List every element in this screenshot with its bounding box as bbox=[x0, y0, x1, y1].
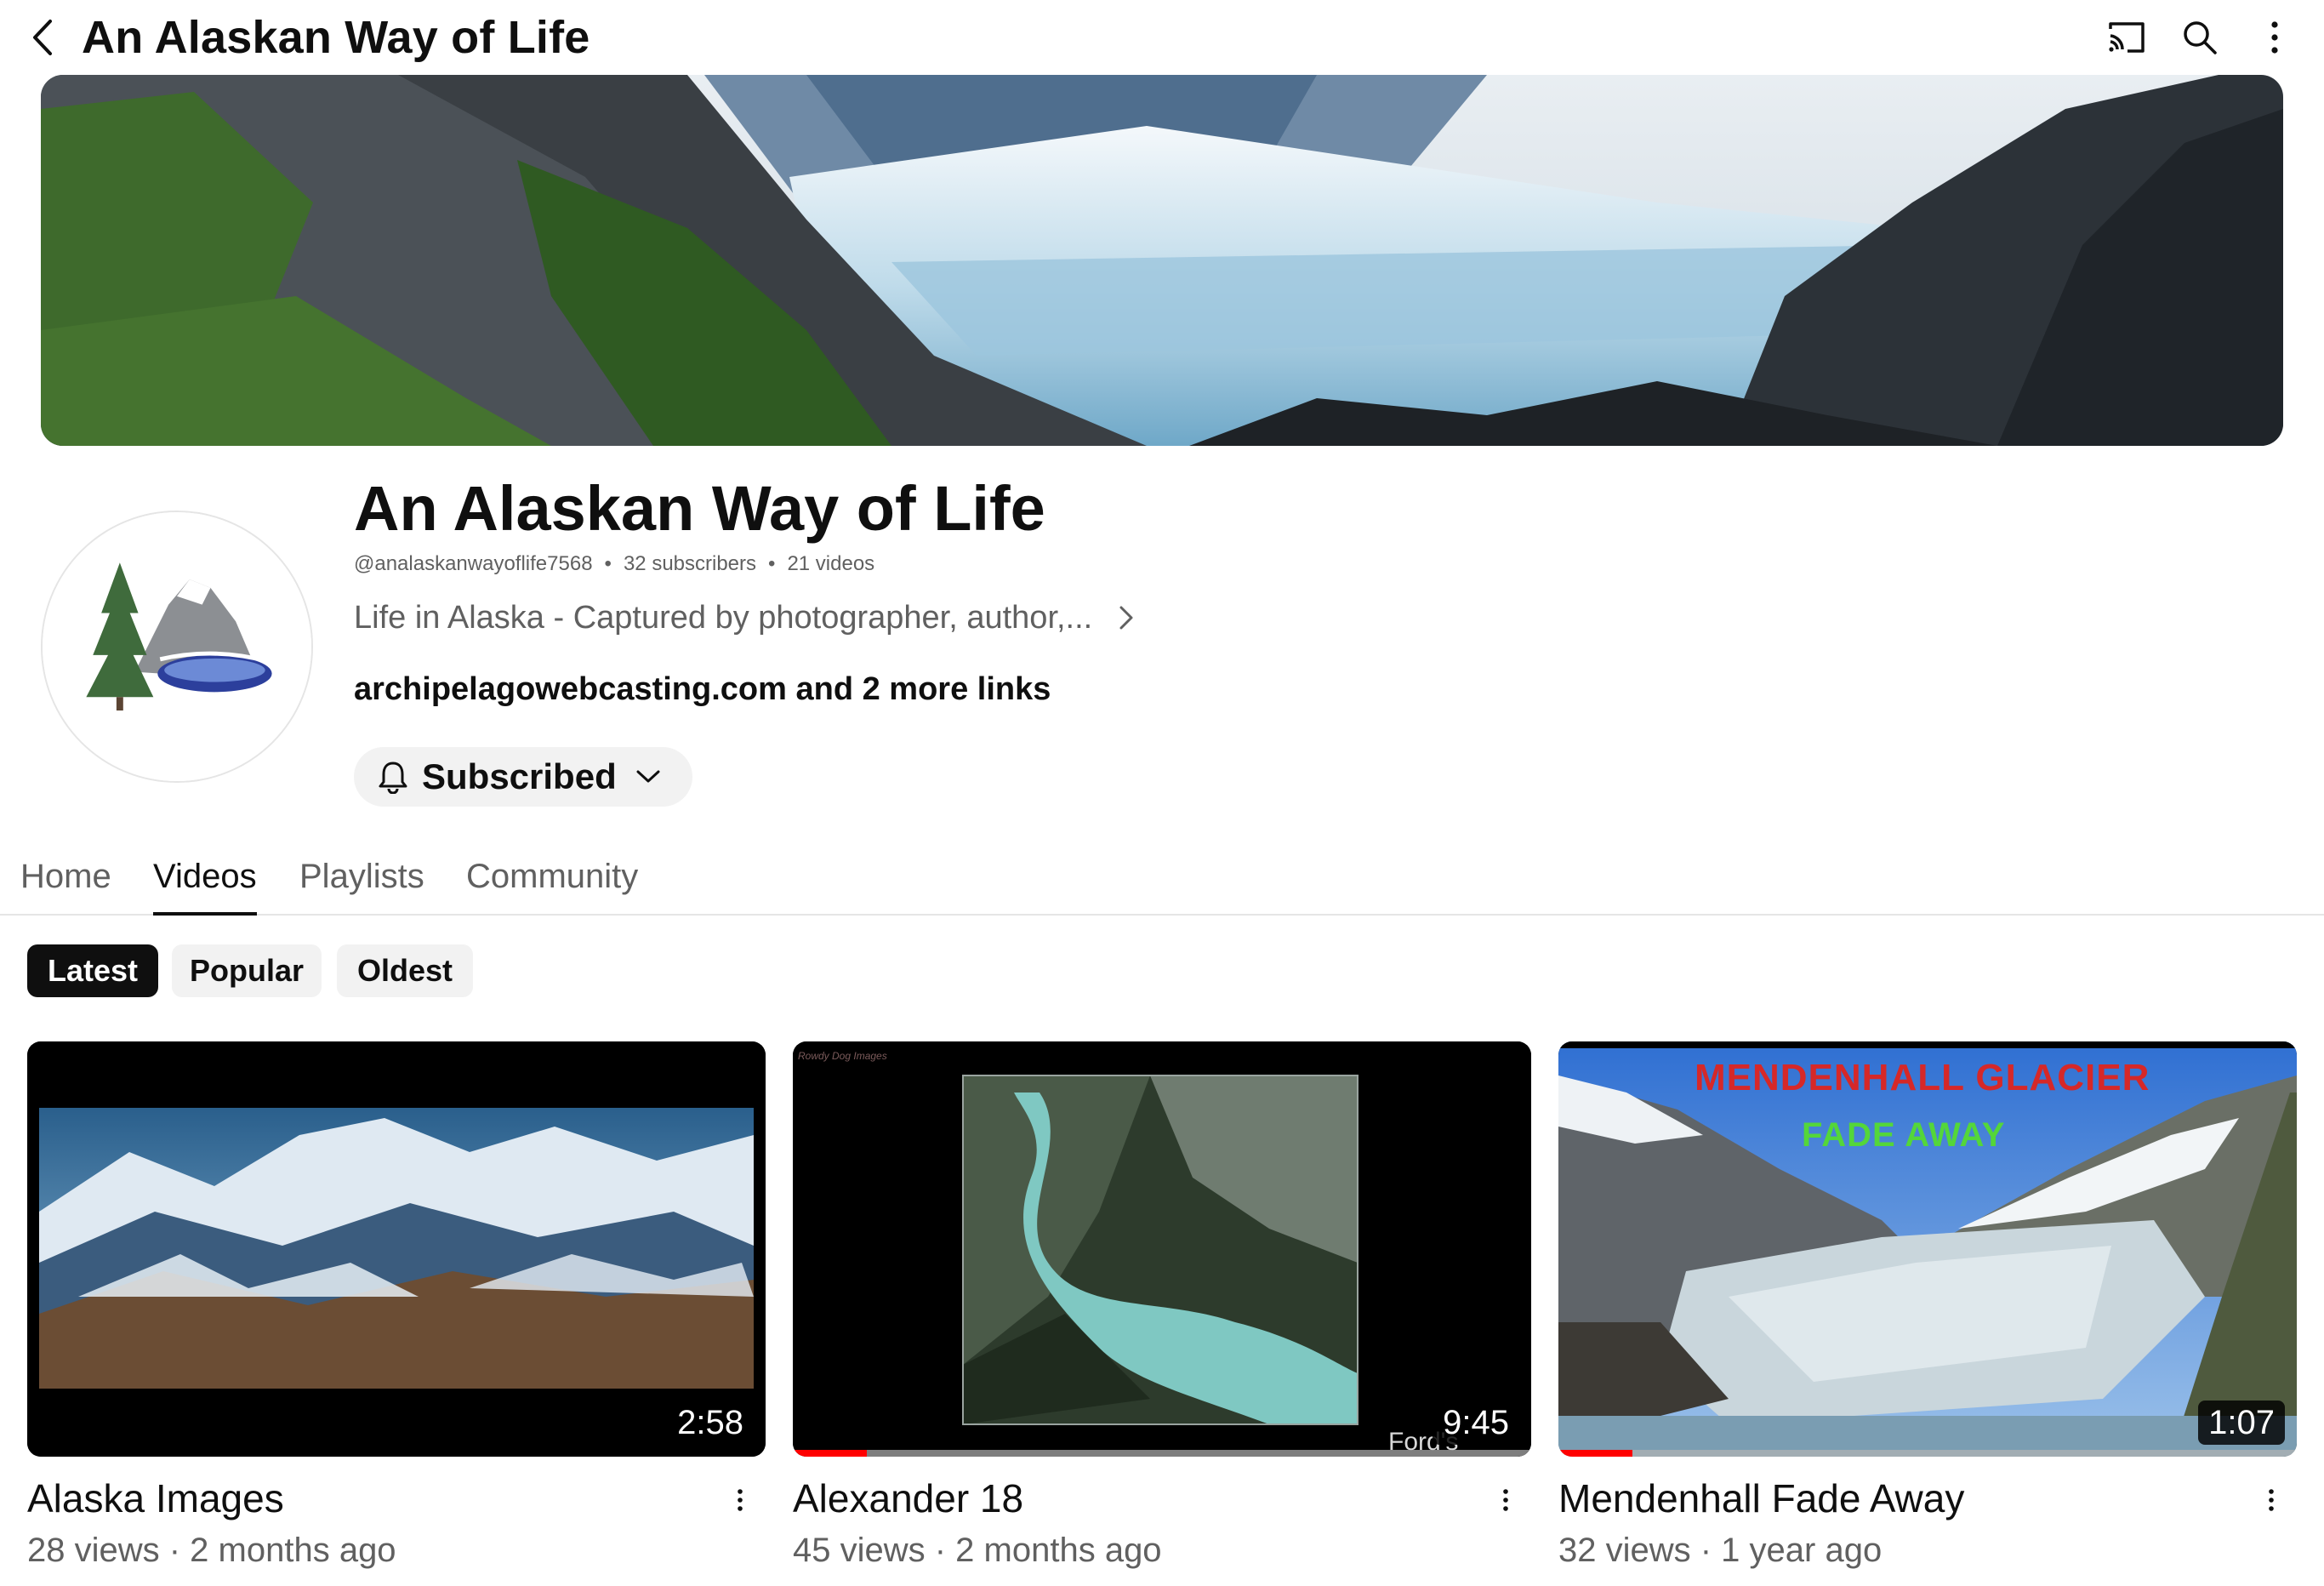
watch-progress-track bbox=[1558, 1450, 2297, 1457]
chip-latest[interactable]: Latest bbox=[27, 944, 158, 997]
tab-playlists[interactable]: Playlists bbox=[299, 842, 424, 916]
chevron-down-icon bbox=[635, 769, 661, 784]
more-vert-icon bbox=[1503, 1489, 1508, 1511]
more-options-button[interactable] bbox=[2249, 12, 2300, 63]
subscribed-button[interactable]: Subscribed bbox=[354, 747, 692, 807]
video-title[interactable]: Alexander 18 bbox=[793, 1474, 1023, 1523]
meta-separator: • bbox=[604, 552, 612, 575]
video-meta: 32 views · 1 year ago bbox=[1558, 1532, 1883, 1569]
video-card[interactable]: MENDENHALL GLACIER FADE AWAY 1:07 Menden… bbox=[1558, 1041, 2297, 1569]
channel-meta: @analaskanwayoflife7568 • 32 subscribers… bbox=[354, 551, 874, 577]
video-thumbnail[interactable]: Rowdy Dog Images Ford's Terror 9:45 bbox=[793, 1041, 1531, 1457]
watch-progress-bar bbox=[1558, 1450, 1632, 1457]
video-menu-button[interactable] bbox=[2254, 1479, 2288, 1521]
channel-logo-icon bbox=[43, 512, 311, 781]
video-card[interactable]: Rowdy Dog Images Ford's Terror 9:45 Alex… bbox=[793, 1041, 1531, 1569]
video-duration: 2:58 bbox=[667, 1401, 754, 1445]
more-vert-icon bbox=[2269, 1489, 2274, 1511]
tab-videos[interactable]: Videos bbox=[153, 842, 257, 916]
video-count: 21 videos bbox=[787, 552, 875, 575]
tab-home[interactable]: Home bbox=[20, 842, 111, 916]
chevron-right-icon bbox=[1118, 601, 1143, 635]
search-icon bbox=[2184, 21, 2217, 54]
search-button[interactable] bbox=[2174, 12, 2225, 63]
video-meta: 28 views · 2 months ago bbox=[27, 1532, 396, 1569]
back-button[interactable] bbox=[20, 12, 65, 63]
chip-oldest[interactable]: Oldest bbox=[337, 944, 473, 997]
video-thumbnail[interactable]: 2:58 bbox=[27, 1041, 766, 1457]
more-vert-icon bbox=[738, 1489, 743, 1511]
thumbnail-corner-text: Rowdy Dog Images bbox=[798, 1050, 887, 1062]
channel-name: An Alaskan Way of Life bbox=[354, 473, 1045, 544]
channel-avatar[interactable] bbox=[41, 511, 313, 783]
top-app-bar: An Alaskan Way of Life bbox=[0, 0, 2324, 75]
video-meta: 45 views · 2 months ago bbox=[793, 1532, 1162, 1569]
channel-handle: @analaskanwayoflife7568 bbox=[354, 552, 593, 575]
channel-description-row[interactable]: Life in Alaska - Captured by photographe… bbox=[354, 594, 1143, 642]
watch-progress-track bbox=[793, 1450, 1531, 1457]
tab-community[interactable]: Community bbox=[466, 842, 638, 916]
cast-icon bbox=[2109, 22, 2145, 53]
subscribed-label: Subscribed bbox=[422, 756, 617, 796]
channel-banner bbox=[41, 75, 2283, 446]
thumbnail-title-text: MENDENHALL GLACIER bbox=[1695, 1057, 2150, 1098]
subscriber-count: 32 subscribers bbox=[623, 552, 757, 575]
channel-tabs: Home Videos Playlists Community bbox=[0, 842, 2324, 916]
video-thumbnail[interactable]: MENDENHALL GLACIER FADE AWAY 1:07 bbox=[1558, 1041, 2297, 1457]
channel-description: Life in Alaska - Captured by photographe… bbox=[354, 600, 1093, 636]
thumbnail-subtitle-text: FADE AWAY bbox=[1802, 1116, 2006, 1154]
video-title[interactable]: Alaska Images bbox=[27, 1474, 284, 1523]
video-title[interactable]: Mendenhall Fade Away bbox=[1558, 1474, 1964, 1523]
video-duration: 1:07 bbox=[2198, 1401, 2285, 1445]
video-menu-button[interactable] bbox=[723, 1479, 757, 1521]
bell-icon bbox=[379, 762, 407, 794]
video-duration: 9:45 bbox=[1433, 1401, 1519, 1445]
more-vert-icon bbox=[2271, 21, 2278, 54]
back-icon bbox=[33, 20, 52, 55]
chip-popular[interactable]: Popular bbox=[172, 944, 322, 997]
meta-separator: • bbox=[768, 552, 776, 575]
page-title: An Alaskan Way of Life bbox=[82, 12, 590, 63]
cast-button[interactable] bbox=[2101, 12, 2152, 63]
channel-links[interactable]: archipelagowebcasting.com and 2 more lin… bbox=[354, 669, 1051, 710]
watch-progress-bar bbox=[793, 1450, 867, 1457]
video-menu-button[interactable] bbox=[1489, 1479, 1523, 1521]
video-card[interactable]: 2:58 Alaska Images 28 views · 2 months a… bbox=[27, 1041, 766, 1569]
